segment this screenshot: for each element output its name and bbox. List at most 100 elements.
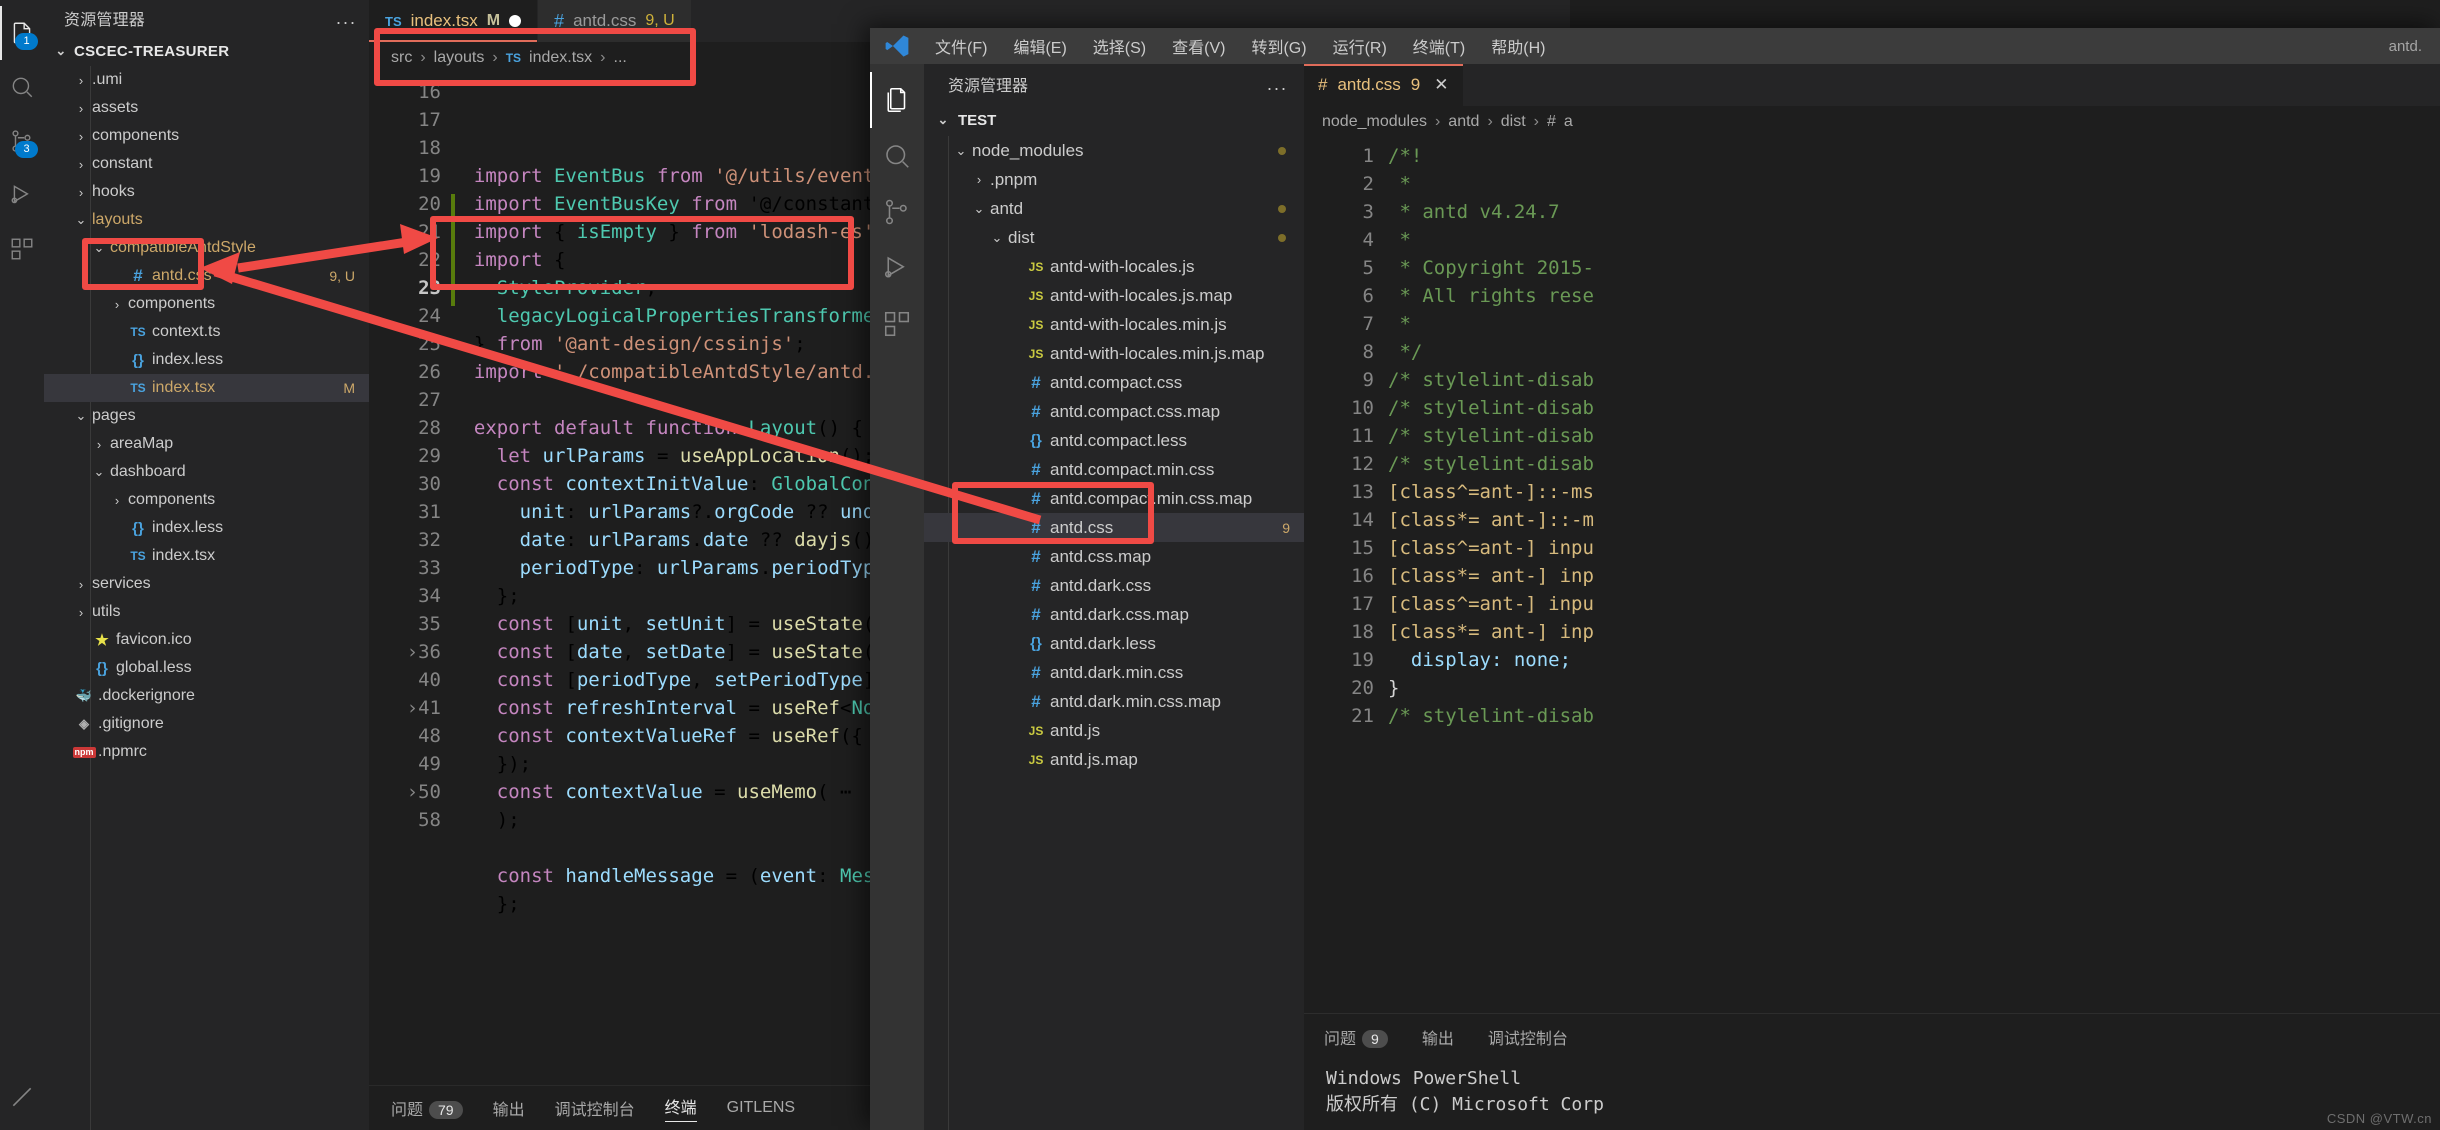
tree-item[interactable]: # antd.dark.min.css.map — [924, 687, 1304, 716]
activity-run-debug-front[interactable] — [870, 240, 924, 296]
panel-tab-terminal[interactable]: 终端 — [664, 1094, 697, 1122]
tree-item[interactable]: › areaMap — [44, 430, 369, 458]
breadcrumb-item-layouts[interactable]: layouts — [434, 49, 485, 67]
chevron-right-icon[interactable]: › — [72, 129, 90, 144]
tree-item[interactable]: ★ favicon.ico — [44, 626, 369, 654]
chevron-down-icon[interactable]: ⌄ — [72, 408, 90, 424]
tree-item[interactable]: › constant — [44, 150, 369, 178]
tree-item[interactable]: › .umi — [44, 66, 369, 94]
menu-selection[interactable]: 选择(S) — [1080, 28, 1159, 64]
chevron-right-icon[interactable]: › — [90, 437, 108, 452]
breadcrumb-item-node-modules[interactable]: node_modules — [1322, 113, 1427, 131]
chevron-right-icon[interactable]: › — [108, 297, 126, 312]
menu-run[interactable]: 运行(R) — [1320, 28, 1400, 64]
activity-extensions-front[interactable] — [870, 296, 924, 352]
menu-view[interactable]: 查看(V) — [1159, 28, 1238, 64]
activity-source-control-front[interactable] — [870, 184, 924, 240]
activity-search-front[interactable] — [870, 128, 924, 184]
tree-item[interactable]: {} antd.compact.less — [924, 426, 1304, 455]
workspace-root-row[interactable]: ⌄ CSCEC-TREASURER — [44, 36, 369, 66]
file-tree[interactable]: › .umi › assets › components › constant › hooks ⌄ l… — [44, 66, 369, 1130]
tree-item[interactable]: JS antd-with-locales.min.js — [924, 310, 1304, 339]
tree-item[interactable]: ⌄ antd — [924, 194, 1304, 223]
tree-item[interactable]: # antd.compact.min.css — [924, 455, 1304, 484]
breadcrumb-item-symbol[interactable]: ... — [614, 49, 627, 67]
explorer-more-icon[interactable]: ... — [336, 8, 357, 29]
panel-tab-problems-front[interactable]: 问题 9 — [1324, 1025, 1388, 1049]
tree-item[interactable]: › .pnpm — [924, 165, 1304, 194]
activity-explorer-front[interactable] — [870, 72, 924, 128]
panel-tab-debug-console[interactable]: 调试控制台 — [555, 1096, 635, 1120]
breadcrumb-item-src[interactable]: src — [391, 49, 412, 67]
terminal-output[interactable]: Windows PowerShell 版权所有 (C) Microsoft Co… — [1304, 1060, 2440, 1130]
activity-source-control[interactable]: 3 — [0, 114, 44, 168]
tree-item[interactable]: › components — [44, 486, 369, 514]
menu-edit[interactable]: 编辑(E) — [1000, 28, 1079, 64]
chevron-right-icon[interactable]: › — [970, 172, 988, 187]
tree-item[interactable]: › hooks — [44, 178, 369, 206]
activity-settings[interactable] — [0, 1070, 44, 1130]
tab-dirty-dot-icon[interactable] — [509, 15, 522, 27]
tree-item[interactable]: › services — [44, 570, 369, 598]
menu-file[interactable]: 文件(F) — [922, 28, 1000, 64]
tree-item[interactable]: {} antd.dark.less — [924, 629, 1304, 658]
activity-explorer[interactable]: 1 — [0, 6, 44, 60]
tree-item[interactable]: JS antd-with-locales.min.js.map — [924, 339, 1304, 368]
activity-search[interactable] — [0, 60, 44, 114]
tree-item[interactable]: TS index.tsx M — [44, 374, 369, 402]
panel-tab-gitlens[interactable]: GITLENS — [727, 1099, 795, 1117]
chevron-right-icon[interactable]: › — [72, 605, 90, 620]
tree-item[interactable]: › components — [44, 122, 369, 150]
chevron-right-icon[interactable]: › — [108, 493, 126, 508]
tree-item[interactable]: JS antd.js — [924, 716, 1304, 745]
activity-extensions[interactable] — [0, 222, 44, 276]
breadcrumb-item-file[interactable]: a — [1564, 113, 1573, 131]
tree-item[interactable]: # antd.compact.css — [924, 368, 1304, 397]
tree-item[interactable]: # antd.dark.css — [924, 571, 1304, 600]
tree-item[interactable]: # antd.compact.css.map — [924, 397, 1304, 426]
tree-item[interactable]: 🐳 .dockerignore — [44, 682, 369, 710]
chevron-right-icon[interactable]: › — [72, 577, 90, 592]
code-content-front[interactable]: /*! * * antd v4.24.7 * * Copyright 2015-… — [1388, 138, 2440, 1013]
chevron-right-icon[interactable]: › — [72, 101, 90, 116]
activity-run-debug[interactable] — [0, 168, 44, 222]
chevron-down-icon[interactable]: ⌄ — [90, 464, 108, 480]
chevron-down-icon[interactable]: ⌄ — [952, 143, 970, 159]
tree-item[interactable]: › components — [44, 290, 369, 318]
tree-item[interactable]: › utils — [44, 598, 369, 626]
breadcrumb-item-dist[interactable]: dist — [1501, 113, 1526, 131]
tree-item[interactable]: # antd.dark.min.css — [924, 658, 1304, 687]
tree-item[interactable]: TS context.ts — [44, 318, 369, 346]
tree-item[interactable]: ⌄ layouts — [44, 206, 369, 234]
chevron-down-icon[interactable]: ⌄ — [72, 212, 90, 228]
tree-item[interactable]: JS antd.js.map — [924, 745, 1304, 774]
tree-item[interactable]: JS antd-with-locales.js — [924, 252, 1304, 281]
tree-item[interactable]: {} index.less — [44, 514, 369, 542]
panel-tab-output[interactable]: 输出 — [493, 1096, 525, 1120]
panel-tab-output-front[interactable]: 输出 — [1422, 1025, 1454, 1049]
tree-item[interactable]: › assets — [44, 94, 369, 122]
breadcrumb-item-file[interactable]: index.tsx — [529, 49, 592, 67]
tab-antd-css-front[interactable]: # antd.css 9 ✕ — [1304, 64, 1463, 106]
tree-item[interactable]: ⌄ dashboard — [44, 458, 369, 486]
tree-item[interactable]: ⌄ pages — [44, 402, 369, 430]
file-tree-front[interactable]: ⌄ node_modules › .pnpm ⌄ antd ⌄ dist JS antd-with… — [924, 136, 1304, 1130]
panel-tab-problems[interactable]: 问题 79 — [391, 1096, 463, 1120]
chevron-right-icon[interactable]: › — [72, 157, 90, 172]
tree-item[interactable]: TS index.tsx — [44, 542, 369, 570]
tree-item[interactable]: # antd.dark.css.map — [924, 600, 1304, 629]
breadcrumb-item-antd[interactable]: antd — [1448, 113, 1479, 131]
tree-item[interactable]: ◈ .gitignore — [44, 710, 369, 738]
chevron-down-icon[interactable]: ⌄ — [90, 240, 108, 256]
workspace-root-row-front[interactable]: ⌄ TEST — [924, 104, 1304, 136]
chevron-down-icon[interactable]: ⌄ — [988, 230, 1006, 246]
tree-item[interactable]: # antd.css 9 — [924, 513, 1304, 542]
tree-item[interactable]: ⌄ node_modules — [924, 136, 1304, 165]
tab-antd-css[interactable]: # antd.css 9, U — [538, 0, 692, 42]
tree-item[interactable]: # antd.compact.min.css.map — [924, 484, 1304, 513]
tree-item[interactable]: ⌄ dist — [924, 223, 1304, 252]
explorer-more-icon[interactable]: ... — [1267, 74, 1288, 95]
breadcrumb-front[interactable]: node_modules › antd › dist › # a — [1304, 106, 2440, 138]
tab-index-tsx[interactable]: TS index.tsx M — [369, 0, 539, 42]
tree-item[interactable]: {} global.less — [44, 654, 369, 682]
